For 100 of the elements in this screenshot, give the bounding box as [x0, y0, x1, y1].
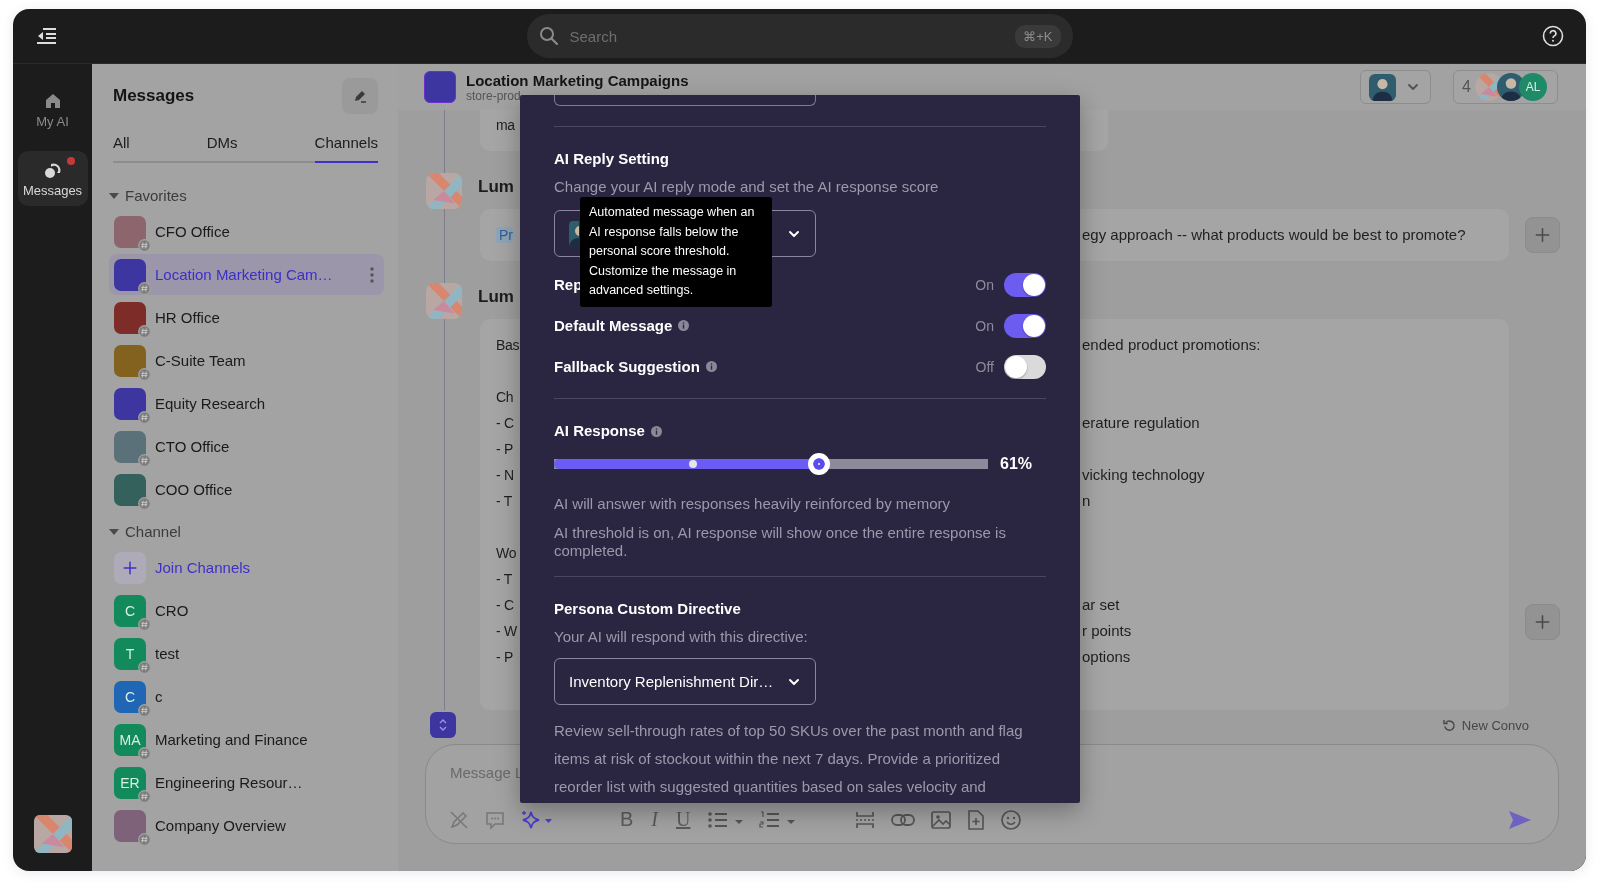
tab[interactable]: All	[113, 128, 130, 163]
hash-icon	[138, 238, 151, 252]
channel-item[interactable]: Join Channels	[109, 547, 384, 588]
file-add-icon[interactable]	[966, 808, 987, 831]
setting-label: Default Message	[554, 317, 673, 334]
compose-button[interactable]	[342, 78, 378, 114]
info-icon[interactable]	[678, 320, 690, 331]
collapse-menu-icon[interactable]	[35, 27, 57, 45]
channel-avatar: C	[114, 680, 146, 713]
send-icon[interactable]	[1508, 809, 1532, 830]
slider-thumb[interactable]	[807, 453, 830, 475]
tab[interactable]: DMs	[206, 128, 238, 163]
section-description: Change your AI reply mode and set the AI response score	[554, 177, 940, 196]
member-avatar: AL	[1519, 73, 1547, 101]
sparkle-icon[interactable]	[520, 808, 554, 831]
channel-item[interactable]: C-Suite Team	[109, 340, 384, 381]
tooltip: Automated message when an AI response falls below the personal score threshold. Customize the message in advanced settings.	[580, 197, 772, 307]
home-icon	[43, 92, 62, 110]
channel-item[interactable]: CTO Office	[109, 426, 384, 467]
setting-label: Fallback Suggestion	[554, 358, 700, 375]
rail-item[interactable]: Messages	[17, 151, 88, 206]
message-text: n	[1082, 492, 1091, 509]
persona-button[interactable]	[1360, 70, 1432, 104]
hash-icon	[138, 324, 151, 338]
add-button[interactable]	[1525, 604, 1560, 640]
channel-subtitle: store-prod	[466, 88, 522, 103]
tab[interactable]: Channels	[314, 128, 378, 163]
rail-item[interactable]: My AI	[17, 82, 88, 137]
message-text: - W	[496, 623, 517, 639]
message-text: ended product promotions:	[1082, 336, 1261, 353]
channel-item[interactable]: COO Office	[109, 469, 384, 510]
message-text: egy approach -- what products would be best to promote?	[1082, 226, 1466, 243]
section-title: AI Reply Setting	[554, 150, 670, 168]
numbered-list-icon[interactable]	[758, 808, 797, 831]
section-title: AI Response	[554, 422, 645, 440]
image-icon[interactable]	[930, 808, 953, 831]
more-icon[interactable]	[370, 266, 374, 283]
message-text: - P	[496, 441, 513, 457]
new-convo-button[interactable]: New Convo	[1436, 716, 1535, 734]
pencil-icon	[352, 88, 368, 104]
hash-icon	[138, 617, 151, 631]
hash-icon	[138, 660, 151, 674]
channel-avatar: C	[114, 594, 146, 627]
toggle-switch[interactable]	[1004, 354, 1046, 379]
toggle-switch[interactable]	[1004, 272, 1046, 297]
info-icon[interactable]	[650, 425, 662, 437]
caret-icon	[109, 191, 119, 200]
hash-icon	[138, 703, 151, 717]
section-header[interactable]: Channel	[109, 511, 384, 546]
message-text: - T	[496, 571, 512, 587]
channel-item[interactable]: Equity Research	[109, 383, 384, 424]
channel-item[interactable]: HR Office	[109, 297, 384, 338]
channel-title: Location Marketing Campaigns	[466, 71, 689, 89]
shortcut-badge: ⌘+K	[1015, 24, 1061, 48]
channel-icon	[424, 71, 456, 103]
message-text: - C	[496, 597, 514, 613]
channel-item[interactable]: C c	[109, 676, 384, 717]
hash-icon	[138, 789, 151, 803]
help-icon[interactable]	[1542, 25, 1564, 47]
message-text: Ch	[496, 389, 514, 405]
message-text: r points	[1082, 622, 1132, 639]
message-text: vicking technology	[1082, 466, 1205, 483]
author-name: Lum	[478, 287, 514, 307]
channel-avatar: ER	[114, 766, 146, 799]
channel-item[interactable]: MA Marketing and Finance	[109, 719, 384, 760]
help-text: AI will answer with responses heavily reinforced by memory	[554, 494, 951, 514]
members-button[interactable]: 4 AL	[1453, 70, 1558, 104]
channel-item[interactable]: ER Engineering Resour…	[109, 762, 384, 803]
tag-chip: Pr	[496, 227, 513, 243]
toggle-switch[interactable]	[1004, 313, 1046, 338]
toggle-state: On	[975, 317, 994, 334]
emoji-icon[interactable]	[1000, 808, 1023, 831]
channel-item[interactable]: C CRO	[109, 590, 384, 631]
toggle-state: On	[975, 276, 994, 293]
channel-item[interactable]: Company Overview	[109, 805, 384, 846]
toggle-state: Off	[975, 358, 994, 375]
channel-item[interactable]: T test	[109, 633, 384, 674]
add-button[interactable]	[1525, 217, 1560, 253]
author-name: Lum	[478, 177, 514, 197]
search-input[interactable]: Search	[567, 26, 1007, 46]
panel-title: Messages	[113, 86, 195, 106]
channel-item[interactable]: CFO Office	[109, 211, 384, 252]
help-text: AI threshold is on, AI response will show once the entire response is completed.	[554, 524, 1007, 560]
section-title: Persona Custom Directive	[554, 600, 742, 618]
message-text: - N	[496, 467, 514, 483]
directive-text: Review sell-through rates of top 50 SKUs over the past month and flag items at risk of stockout within the next 7 days. Provide a prioritized reorder list with suggested quantities based on sales velocity and	[554, 721, 1024, 797]
hash-icon	[138, 832, 151, 846]
expand-icon	[438, 718, 448, 732]
hash-icon	[138, 746, 151, 760]
slider-reading: 61%	[1000, 455, 1034, 473]
message-text: ar set	[1082, 596, 1120, 613]
directive-select[interactable]: Inventory Replenishment Dir…	[554, 658, 816, 705]
section-header[interactable]: Favorites	[109, 175, 384, 210]
hash-icon	[138, 367, 151, 381]
message-text: ma	[496, 117, 515, 133]
section-description: Your AI will respond with this directive:	[554, 627, 809, 646]
hash-icon	[138, 410, 151, 424]
info-icon[interactable]	[705, 361, 717, 372]
message-text: - P	[496, 649, 513, 665]
expand-button[interactable]	[430, 712, 456, 738]
